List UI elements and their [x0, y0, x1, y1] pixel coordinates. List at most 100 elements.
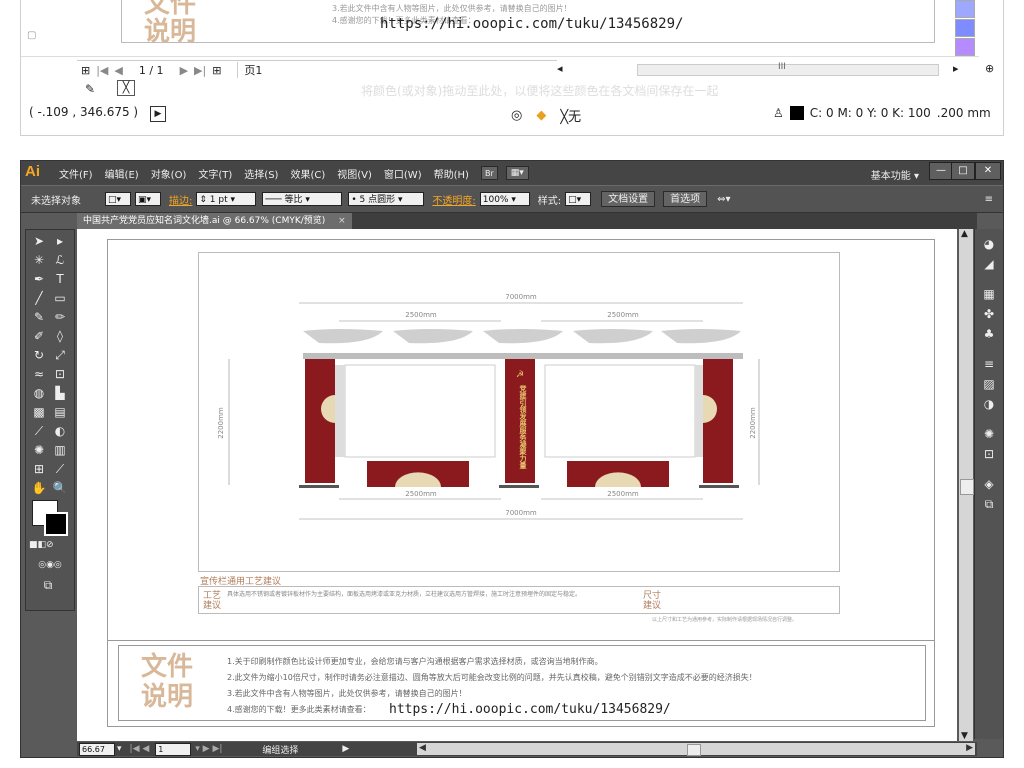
color-panel-icon[interactable]: ◕ [979, 235, 999, 253]
scroll-thumb[interactable] [960, 479, 974, 495]
color-guide-icon[interactable]: ◢ [979, 255, 999, 273]
menu-window[interactable]: 窗口(W) [378, 166, 428, 181]
horizontal-scrollbar-main[interactable]: ◀ ▶ [417, 743, 975, 756]
pen-icon[interactable]: ♙ [773, 106, 784, 120]
new-page-icon[interactable]: ⊞ [81, 64, 90, 77]
minimize-button[interactable]: — [929, 162, 953, 180]
graph-tool-icon[interactable]: ▥ [50, 441, 70, 459]
first-artboard-icon[interactable]: |◀ ◀ [130, 744, 150, 754]
scroll-up-icon[interactable]: ▲ [961, 229, 968, 239]
fill-color-dropdown[interactable]: □▾ [105, 192, 131, 206]
pencil-icon[interactable]: ✏ [50, 308, 70, 326]
swatch[interactable] [955, 0, 975, 18]
first-page-icon[interactable]: |◀ [96, 64, 108, 77]
swatch[interactable] [955, 19, 975, 37]
type-tool-icon[interactable]: T [50, 270, 70, 288]
prev-page-icon[interactable]: ◀ [114, 64, 122, 77]
menu-edit[interactable]: 编辑(E) [99, 166, 145, 181]
target-icon[interactable]: ◎ [511, 108, 522, 123]
artboards-icon[interactable]: ⧉ [979, 495, 999, 513]
lasso-icon[interactable]: ℒ [50, 251, 70, 269]
arrange-panels-icon[interactable]: ⇔▾ [717, 194, 730, 205]
menu-file[interactable]: 文件(F) [53, 166, 99, 181]
menu-object[interactable]: 对象(O) [145, 166, 193, 181]
scroll-thumb[interactable] [687, 744, 701, 756]
next-artboard-icon[interactable]: ▾ ▶ ▶| [195, 744, 222, 754]
artboard-tool-icon[interactable]: ⊞ [29, 460, 49, 478]
brush-definition[interactable]: • 5 点圆形 ▾ [348, 192, 425, 206]
slice-tool-icon[interactable]: ⟋ [50, 460, 70, 478]
vertical-scrollbar[interactable]: ▲ ▼ [959, 229, 974, 741]
width-tool-icon[interactable]: ≈ [29, 365, 49, 383]
draw-mode-icons[interactable]: ◎◉◎ [29, 556, 71, 574]
close-window-button[interactable]: ✕ [975, 162, 1001, 180]
transparency-icon[interactable]: ◑ [979, 395, 999, 413]
swatch[interactable] [955, 38, 975, 56]
scroll-right-icon[interactable]: ▸ [953, 62, 959, 75]
blob-brush-icon[interactable]: ✐ [29, 327, 49, 345]
maximize-button[interactable]: □ [951, 162, 975, 180]
status-menu-icon[interactable]: ▶ [342, 744, 349, 754]
swatches-icon[interactable]: ▦ [979, 285, 999, 303]
direct-selection-tool-icon[interactable]: ▸ [50, 232, 70, 250]
free-transform-icon[interactable]: ⊡ [50, 365, 70, 383]
menu-view[interactable]: 视图(V) [331, 166, 378, 181]
zoom-tool-icon[interactable]: 🔍 [50, 479, 70, 497]
scroll-down-icon[interactable]: ▼ [961, 731, 968, 741]
document-tab[interactable]: 中国共产党党员应知名词文化墙.ai @ 66.67% (CMYK/预览) × [77, 213, 352, 229]
graphic-styles-icon[interactable]: ⊡ [979, 445, 999, 463]
eyedropper-tool-icon[interactable]: ⟋ [29, 422, 49, 440]
zoom-input[interactable]: 66.67 [79, 742, 115, 756]
stroke-color-dropdown[interactable]: ▣▾ [135, 192, 161, 206]
black-swatch[interactable] [789, 106, 804, 120]
brushes-icon[interactable]: ✤ [979, 305, 999, 323]
scale-tool-icon[interactable]: ⤢ [50, 346, 70, 364]
zoom-dropdown-icon[interactable]: ▾ [117, 744, 122, 754]
rectangle-tool-icon[interactable]: ▭ [50, 289, 70, 307]
selection-tool-icon[interactable]: ➤ [29, 232, 49, 250]
scroll-grip[interactable]: III [778, 62, 786, 72]
next-page-icon[interactable]: ▶ [180, 64, 188, 77]
preferences-button[interactable]: 首选项 [663, 191, 708, 207]
document-setup-button[interactable]: 文档设置 [601, 191, 656, 207]
mesh-tool-icon[interactable]: ▩ [29, 403, 49, 421]
stroke-weight-input[interactable]: ⇕ 1 pt ▾ [196, 192, 257, 206]
eyedropper-icon[interactable]: ✎ [85, 82, 95, 96]
stroke-panel-icon[interactable]: ≡ [979, 355, 999, 373]
color-mode-icons[interactable]: ■◧⊘ [29, 536, 54, 554]
paint-bucket-icon[interactable]: ◆ [536, 108, 546, 123]
opacity-label[interactable]: 不透明度: [432, 192, 475, 207]
horizontal-scrollbar[interactable]: ◂ III ▸ ⊕ [557, 62, 994, 76]
gradient-tool-icon[interactable]: ▤ [50, 403, 70, 421]
menu-help[interactable]: 帮助(H) [428, 166, 475, 181]
panel-menu-icon[interactable]: ≡ [985, 194, 993, 205]
menu-select[interactable]: 选择(S) [238, 166, 284, 181]
last-page-icon[interactable]: ▶| [194, 64, 206, 77]
eraser-icon[interactable]: ◊ [50, 327, 70, 345]
scroll-track[interactable]: III [637, 62, 939, 76]
magic-wand-icon[interactable]: ✳ [29, 251, 49, 269]
scroll-left-icon[interactable]: ◂ [557, 62, 563, 75]
scroll-right-icon[interactable]: ▶ [966, 743, 973, 753]
arrange-documents-icon[interactable]: ▦▾ [505, 166, 529, 180]
artboard-number-input[interactable]: 1 [155, 742, 192, 756]
add-page-icon[interactable]: ⊞ [212, 64, 221, 77]
zoom-icon[interactable]: ⊕ [985, 62, 994, 75]
blend-tool-icon[interactable]: ◐ [50, 422, 70, 440]
shape-builder-icon[interactable]: ◍ [29, 384, 49, 402]
no-fill-icon[interactable]: ╳无 [560, 106, 581, 125]
opacity-input[interactable]: 100% ▾ [479, 192, 530, 206]
canvas-area[interactable]: 7000mm 2500mm 2500mm ☭ 2500mm 2500mm 700… [77, 229, 957, 741]
workspace-switcher[interactable]: 基本功能 ▾ [871, 167, 919, 182]
line-tool-icon[interactable]: ╱ [29, 289, 49, 307]
symbol-sprayer-icon[interactable]: ✺ [29, 441, 49, 459]
layers-icon[interactable]: ◈ [979, 475, 999, 493]
rotate-tool-icon[interactable]: ↻ [29, 346, 49, 364]
perspective-grid-icon[interactable]: ▙ [50, 384, 70, 402]
paintbrush-icon[interactable]: ✎ [29, 308, 49, 326]
page-label[interactable]: 页1 [237, 62, 262, 78]
pen-tool-icon[interactable]: ✒ [29, 270, 49, 288]
scroll-left-icon[interactable]: ◀ [419, 743, 426, 753]
symbols-icon[interactable]: ♣ [979, 325, 999, 343]
menu-effect[interactable]: 效果(C) [284, 166, 331, 181]
